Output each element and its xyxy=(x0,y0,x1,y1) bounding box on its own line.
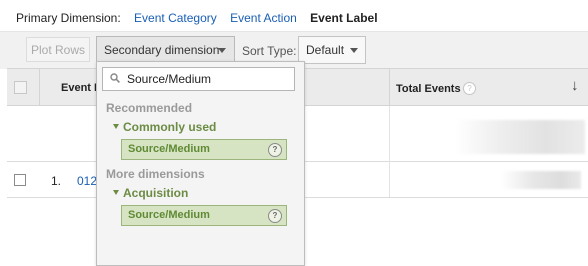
acquisition-group[interactable]: Acquisition xyxy=(113,186,188,200)
dimension-option-source-medium[interactable]: Source/Medium ? xyxy=(121,139,287,160)
primary-dimension-label: Primary Dimension: xyxy=(16,11,121,25)
commonly-used-group[interactable]: Commonly used xyxy=(113,120,216,134)
primary-dimension-event-action[interactable]: Event Action xyxy=(230,11,297,25)
acquisition-label: Acquisition xyxy=(123,186,189,200)
column-divider xyxy=(389,162,390,197)
plot-rows-button[interactable]: Plot Rows xyxy=(26,37,90,62)
row-checkbox[interactable] xyxy=(14,174,26,186)
redacted-total-value xyxy=(455,120,585,154)
column-divider xyxy=(389,106,390,162)
primary-dimension-event-label: Event Label xyxy=(310,11,378,25)
sort-type-value: Default xyxy=(306,43,345,57)
dimension-search-input[interactable] xyxy=(127,70,287,88)
search-icon xyxy=(110,73,120,83)
redacted-row-value xyxy=(501,171,581,189)
more-dimensions-heading: More dimensions xyxy=(106,167,205,181)
help-icon[interactable]: ? xyxy=(268,143,282,157)
column-divider xyxy=(389,69,390,105)
dimension-option-label: Source/Medium xyxy=(128,209,210,221)
sort-descending-icon[interactable]: ↓ xyxy=(571,77,579,94)
column-divider xyxy=(39,69,40,105)
help-icon[interactable]: ? xyxy=(268,209,282,223)
select-all-checkbox[interactable] xyxy=(14,81,27,94)
dimension-search-box[interactable] xyxy=(102,67,295,91)
primary-dimension-bar: Primary Dimension: Event Category Event … xyxy=(16,11,378,25)
dimension-option-source-medium[interactable]: Source/Medium ? xyxy=(121,205,287,226)
triangle-down-icon xyxy=(113,190,119,195)
row-event-label-link[interactable]: 012 xyxy=(77,174,97,188)
sort-type-label: Sort Type: xyxy=(242,44,297,58)
recommended-heading: Recommended xyxy=(106,101,193,115)
help-icon[interactable]: ? xyxy=(463,82,476,95)
primary-dimension-event-category[interactable]: Event Category xyxy=(134,11,217,25)
chevron-down-icon xyxy=(218,48,226,53)
dimension-option-label: Source/Medium xyxy=(128,143,210,155)
sort-type-select[interactable]: Default xyxy=(298,36,366,64)
secondary-dimension-button[interactable]: Secondary dimension xyxy=(96,36,235,64)
secondary-dimension-dropdown: Recommended Commonly used Source/Medium … xyxy=(96,61,305,266)
row-number: 1. xyxy=(51,174,62,188)
triangle-down-icon xyxy=(113,124,119,129)
commonly-used-label: Commonly used xyxy=(123,120,217,134)
column-header-event-label[interactable]: Event L xyxy=(61,82,101,94)
column-header-total-events[interactable]: Total Events xyxy=(396,83,461,95)
secondary-dimension-label: Secondary dimension xyxy=(104,43,220,57)
chevron-down-icon xyxy=(350,48,358,53)
